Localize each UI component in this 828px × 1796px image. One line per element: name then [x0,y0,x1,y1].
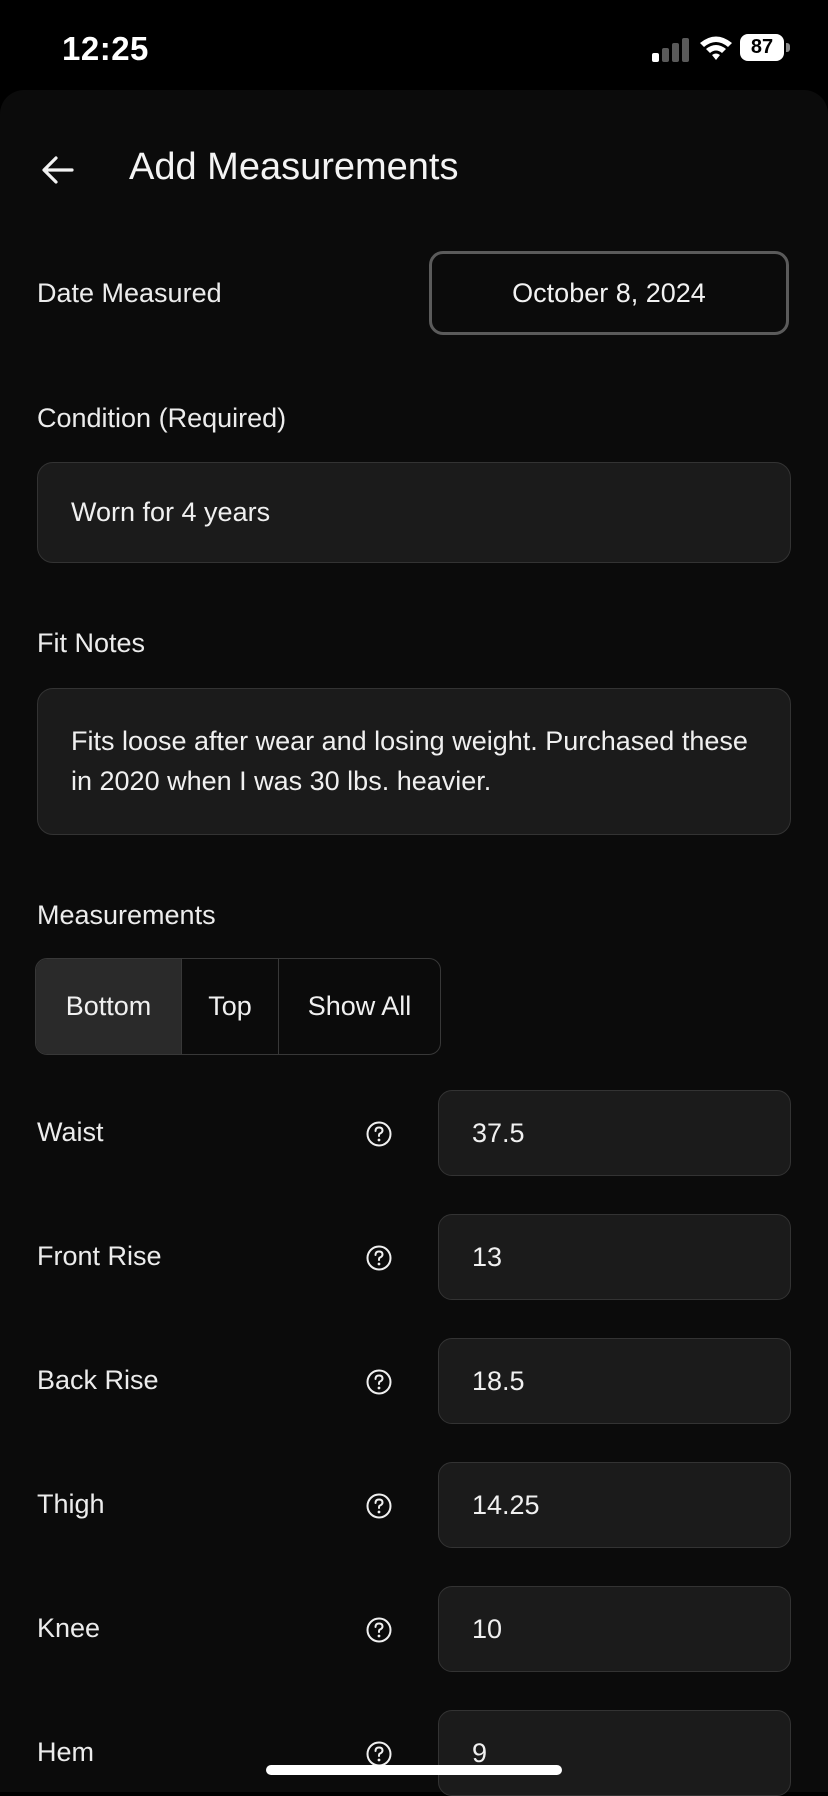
hem-label: Hem [37,1737,95,1767]
waist-input[interactable]: 37.5 [438,1090,791,1176]
date-measured-label: Date Measured [37,278,222,308]
cellular-signal-icon [652,38,690,62]
help-icon[interactable] [366,1369,392,1395]
tab-show-all[interactable]: Show All [278,959,440,1054]
help-icon[interactable] [366,1121,392,1147]
help-icon[interactable] [366,1741,392,1767]
condition-input[interactable]: Worn for 4 years [37,462,791,563]
help-icon[interactable] [366,1245,392,1271]
help-icon[interactable] [366,1493,392,1519]
battery-level: 87 [740,34,784,61]
help-icon[interactable] [366,1617,392,1643]
back-rise-input[interactable]: 18.5 [438,1338,791,1424]
measurement-type-segmented-control: Bottom Top Show All [35,958,441,1055]
home-indicator[interactable] [266,1765,562,1775]
page-title: Add Measurements [129,146,459,188]
fit-notes-label: Fit Notes [37,628,146,658]
arrow-left-icon[interactable] [38,150,78,190]
front-rise-label: Front Rise [37,1241,162,1271]
thigh-input[interactable]: 14.25 [438,1462,791,1548]
status-time: 12:25 [62,30,149,67]
tab-bottom[interactable]: Bottom [36,959,181,1054]
measurements-label: Measurements [37,900,216,930]
condition-label: Condition (Required) [37,403,287,433]
date-picker-button[interactable]: October 8, 2024 [429,251,789,335]
front-rise-input[interactable]: 13 [438,1214,791,1300]
back-rise-label: Back Rise [37,1365,159,1395]
knee-input[interactable]: 10 [438,1586,791,1672]
waist-label: Waist [37,1117,104,1147]
status-bar: 12:25 87 [0,0,828,96]
thigh-label: Thigh [37,1489,105,1519]
fit-notes-textarea[interactable]: Fits loose after wear and losing weight.… [37,688,791,835]
battery-icon: 87 [740,34,790,61]
hem-input[interactable]: 9 [438,1710,791,1796]
wifi-icon [700,36,732,60]
knee-label: Knee [37,1613,101,1643]
tab-top[interactable]: Top [181,959,278,1054]
